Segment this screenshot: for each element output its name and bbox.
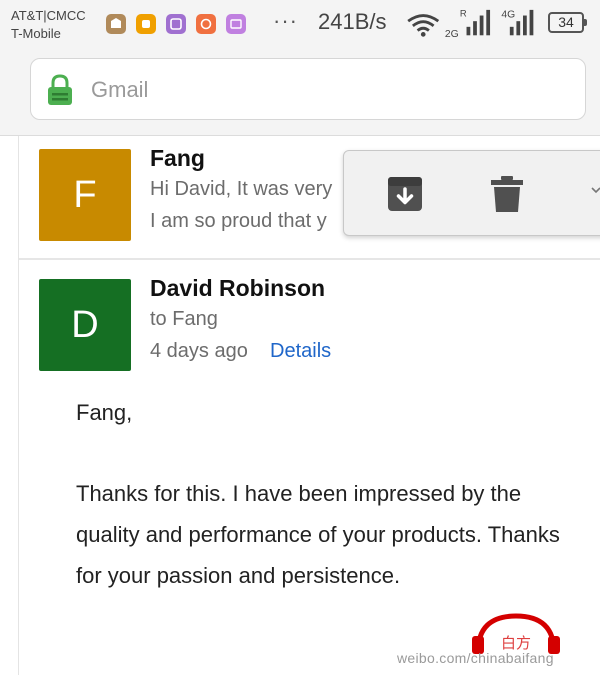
carrier-secondary: T-Mobile bbox=[11, 26, 61, 41]
notification-app-icon bbox=[196, 14, 216, 34]
sender-name: David Robinson bbox=[150, 275, 326, 301]
message-actions-popup bbox=[343, 150, 600, 236]
carrier-primary: AT&T|CMCC bbox=[11, 8, 86, 23]
message-time: 4 days ago bbox=[150, 340, 248, 362]
roaming-label: R bbox=[460, 8, 467, 18]
search-placeholder: Gmail bbox=[91, 77, 149, 102]
archive-icon[interactable] bbox=[386, 175, 424, 213]
cell-signal-icon bbox=[466, 9, 491, 36]
message-snippet: Hi David, It was very bbox=[150, 178, 333, 200]
notification-app-icon bbox=[136, 14, 156, 34]
network-4g-label: 4G bbox=[501, 9, 515, 20]
notification-app-icon bbox=[166, 14, 186, 34]
wifi-icon bbox=[407, 14, 440, 37]
details-link[interactable]: Details bbox=[270, 340, 331, 363]
signal-icons: R 2G 4G bbox=[407, 8, 534, 40]
lock-icon bbox=[48, 74, 72, 105]
notification-app-icon bbox=[106, 14, 126, 34]
search-input[interactable]: Gmail bbox=[30, 58, 586, 120]
more-notifications-icon: ··· bbox=[273, 8, 298, 33]
message-body: Thanks for this. I have been impressed b… bbox=[76, 481, 560, 588]
notification-icons bbox=[106, 14, 246, 34]
search-bar-container: Gmail bbox=[0, 50, 600, 136]
network-2g-label: 2G bbox=[445, 29, 459, 40]
message-greeting: Fang, bbox=[76, 400, 133, 425]
screen: AT&T|CMCC T-Mobile ··· 241B/s R 2G 4G 34… bbox=[0, 0, 600, 675]
battery-indicator: 34 bbox=[548, 12, 587, 33]
recipient-line: to Fang bbox=[150, 308, 218, 330]
trash-icon[interactable] bbox=[490, 175, 524, 213]
status-bar: AT&T|CMCC T-Mobile ··· 241B/s R 2G 4G 34 bbox=[0, 0, 600, 50]
message-snippet: I am so proud that y bbox=[150, 210, 327, 232]
watermark: 白方 weibo.com/chinabaifang bbox=[394, 612, 598, 672]
avatar: F bbox=[39, 149, 131, 241]
avatar: D bbox=[39, 279, 131, 371]
chevron-down-icon[interactable] bbox=[591, 185, 600, 195]
notification-app-icon bbox=[226, 14, 246, 34]
net-speed: 241B/s bbox=[318, 9, 387, 34]
sender-name: Fang bbox=[150, 145, 205, 171]
watermark-text: weibo.com/chinabaifang bbox=[397, 650, 554, 666]
divider bbox=[19, 258, 600, 260]
carrier-info: AT&T|CMCC T-Mobile bbox=[11, 7, 86, 43]
